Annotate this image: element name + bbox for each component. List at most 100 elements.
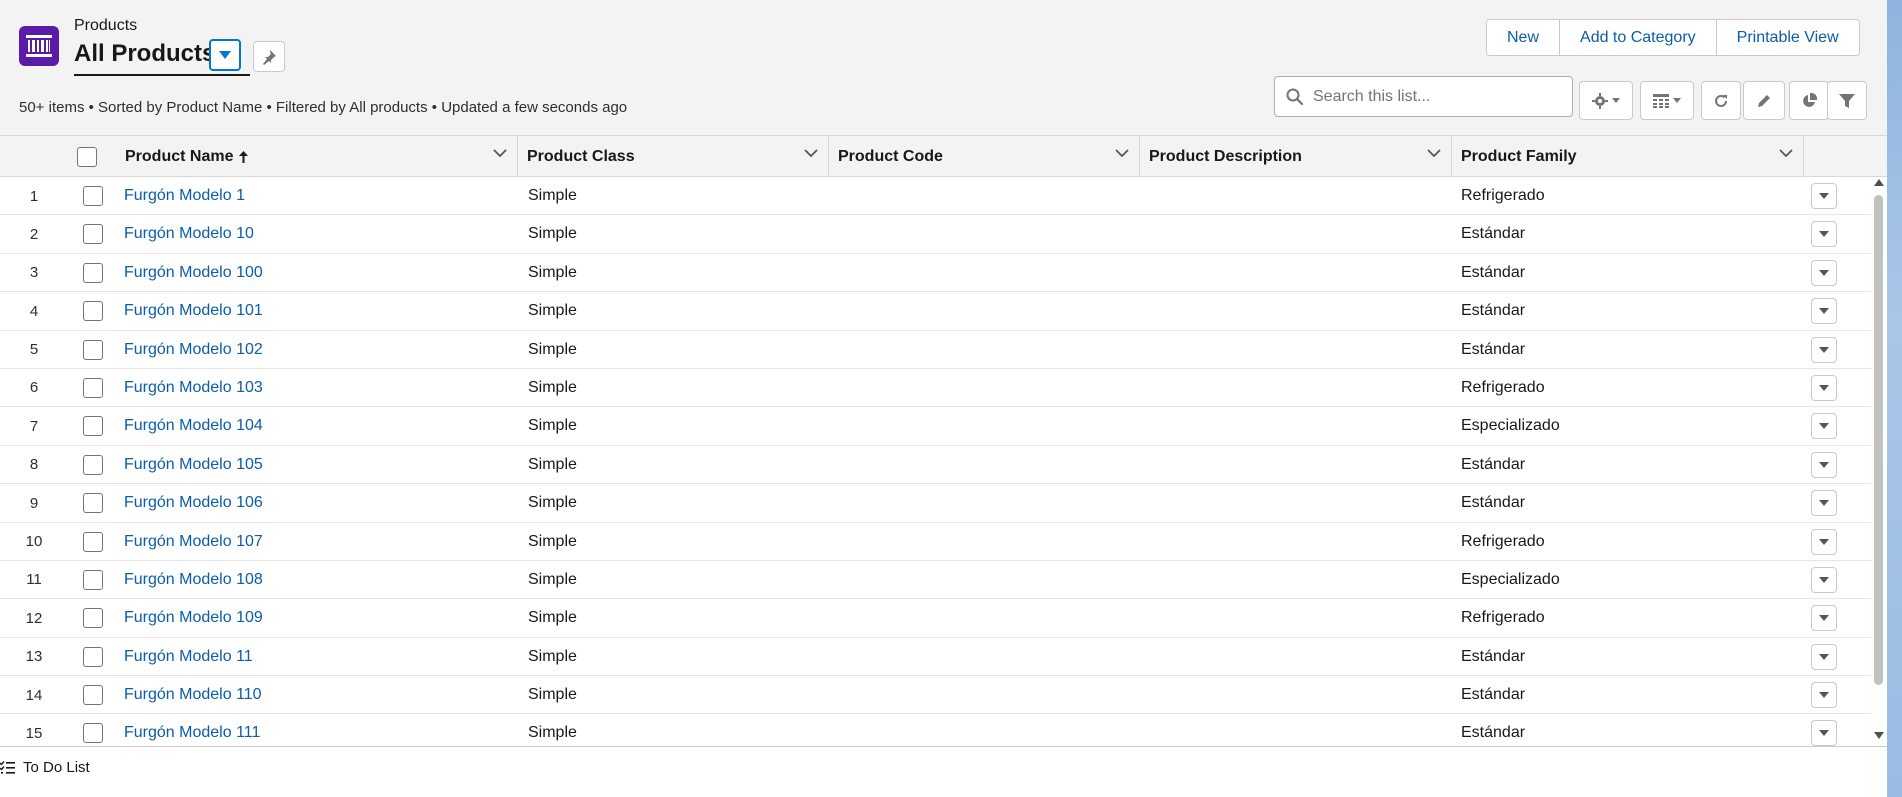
- list-view-title[interactable]: All Products: [74, 40, 215, 68]
- add-to-category-button[interactable]: Add to Category: [1559, 20, 1716, 55]
- table-row[interactable]: 6 Furgón Modelo 103 Simple Refrigerado: [0, 369, 1872, 408]
- chevron-down-icon[interactable]: [1115, 149, 1129, 158]
- row-actions-button[interactable]: [1811, 682, 1837, 709]
- product-name-link[interactable]: Furgón Modelo 102: [124, 331, 263, 369]
- inline-edit-button[interactable]: [1743, 81, 1785, 120]
- product-name-link[interactable]: Furgón Modelo 110: [124, 676, 262, 714]
- table-row[interactable]: 2 Furgón Modelo 10 Simple Estándar: [0, 215, 1872, 254]
- list-view-controls-button[interactable]: [1579, 81, 1633, 120]
- table-row[interactable]: 8 Furgón Modelo 105 Simple Estándar: [0, 446, 1872, 485]
- row-actions-button[interactable]: [1811, 221, 1837, 248]
- row-actions-button[interactable]: [1811, 259, 1837, 286]
- column-header-product-class[interactable]: Product Class: [518, 136, 829, 177]
- product-name-link[interactable]: Furgón Modelo 10: [124, 215, 254, 253]
- pin-list-view-button[interactable]: [253, 41, 285, 72]
- row-checkbox[interactable]: [83, 454, 103, 475]
- product-name-link[interactable]: Furgón Modelo 107: [124, 523, 263, 561]
- row-actions-button[interactable]: [1811, 643, 1837, 670]
- table-row[interactable]: 1 Furgón Modelo 1 Simple Refrigerado: [0, 177, 1872, 216]
- column-header-product-code[interactable]: Product Code: [829, 136, 1140, 177]
- row-actions-button[interactable]: [1811, 413, 1837, 440]
- row-checkbox[interactable]: [83, 493, 103, 514]
- row-checkbox[interactable]: [83, 301, 103, 322]
- column-header-product-family[interactable]: Product Family: [1452, 136, 1804, 177]
- row-number: 5: [29, 341, 39, 359]
- row-actions-button[interactable]: [1811, 528, 1837, 555]
- product-name-link[interactable]: Furgón Modelo 108: [124, 561, 263, 599]
- product-name-link[interactable]: Furgón Modelo 109: [124, 599, 263, 637]
- row-checkbox[interactable]: [83, 377, 103, 398]
- product-name-link[interactable]: Furgón Modelo 105: [124, 446, 263, 484]
- new-button[interactable]: New: [1487, 20, 1560, 55]
- scroll-up-arrow[interactable]: [1874, 179, 1884, 186]
- printable-view-button[interactable]: Printable View: [1715, 20, 1859, 55]
- row-actions-button[interactable]: [1811, 451, 1837, 478]
- row-checkbox[interactable]: [83, 646, 103, 667]
- display-as-button[interactable]: [1640, 81, 1694, 120]
- search-input[interactable]: [1313, 87, 1563, 106]
- filter-button[interactable]: [1827, 81, 1867, 120]
- scrollbar-thumb[interactable]: [1874, 195, 1883, 685]
- select-all-checkbox[interactable]: [77, 146, 97, 167]
- row-checkbox[interactable]: [83, 531, 103, 552]
- product-name-link[interactable]: Furgón Modelo 104: [124, 407, 263, 445]
- row-select-cell: [83, 331, 103, 369]
- table-row[interactable]: 14 Furgón Modelo 110 Simple Estándar: [0, 676, 1872, 715]
- row-checkbox[interactable]: [83, 224, 103, 245]
- chevron-down-icon[interactable]: [1779, 149, 1793, 158]
- chevron-down-icon: [1819, 231, 1829, 238]
- column-header-product-description[interactable]: Product Description: [1140, 136, 1452, 177]
- row-actions-button[interactable]: [1811, 605, 1837, 632]
- row-checkbox[interactable]: [83, 186, 103, 206]
- row-number-header: [0, 136, 68, 177]
- table-row[interactable]: 11 Furgón Modelo 108 Simple Especializado: [0, 561, 1872, 600]
- product-name-link[interactable]: Furgón Modelo 100: [124, 254, 263, 292]
- list-view-picker-button[interactable]: [209, 39, 241, 71]
- row-select-cell: [83, 484, 103, 522]
- table-row[interactable]: 5 Furgón Modelo 102 Simple Estándar: [0, 331, 1872, 369]
- row-checkbox[interactable]: [83, 569, 103, 590]
- scroll-down-arrow[interactable]: [1874, 732, 1884, 739]
- row-checkbox[interactable]: [83, 416, 103, 437]
- row-actions-button[interactable]: [1811, 298, 1837, 325]
- table-row[interactable]: 9 Furgón Modelo 106 Simple Estándar: [0, 484, 1872, 523]
- row-actions-button[interactable]: [1811, 183, 1837, 209]
- column-header-product-name[interactable]: Product Name: [116, 136, 518, 177]
- table-row[interactable]: 10 Furgón Modelo 107 Simple Refrigerado: [0, 523, 1872, 561]
- to-do-list-button[interactable]: To Do List: [0, 759, 90, 776]
- table-row[interactable]: 12 Furgón Modelo 109 Simple Refrigerado: [0, 599, 1872, 638]
- table-row[interactable]: 13 Furgón Modelo 11 Simple Estándar: [0, 638, 1872, 677]
- product-name-link[interactable]: Furgón Modelo 106: [124, 484, 263, 522]
- chevron-down-icon[interactable]: [493, 149, 507, 158]
- table-row[interactable]: 4 Furgón Modelo 101 Simple Estándar: [0, 292, 1872, 331]
- row-actions-button[interactable]: [1811, 720, 1837, 747]
- row-select-cell: [83, 177, 103, 215]
- search-list-box[interactable]: [1274, 76, 1573, 117]
- chevron-down-icon[interactable]: [804, 149, 818, 158]
- product-name-link[interactable]: Furgón Modelo 11: [124, 638, 253, 676]
- refresh-button[interactable]: [1701, 81, 1741, 120]
- row-checkbox[interactable]: [83, 723, 103, 744]
- row-actions-button[interactable]: [1811, 490, 1837, 517]
- product-name-link[interactable]: Furgón Modelo 101: [124, 292, 263, 330]
- table-row[interactable]: 7 Furgón Modelo 104 Simple Especializado: [0, 407, 1872, 446]
- table-row[interactable]: 3 Furgón Modelo 100 Simple Estándar: [0, 254, 1872, 293]
- row-checkbox[interactable]: [83, 685, 103, 706]
- row-number: 6: [29, 379, 39, 397]
- row-number: 12: [25, 609, 43, 627]
- row-select-cell: [83, 292, 103, 330]
- row-checkbox[interactable]: [83, 262, 103, 283]
- product-family-cell: Estándar: [1461, 302, 1526, 320]
- chevron-down-icon[interactable]: [1427, 149, 1441, 158]
- row-checkbox[interactable]: [83, 339, 103, 360]
- chevron-down-icon: [1612, 98, 1620, 103]
- product-name-link[interactable]: Furgón Modelo 103: [124, 369, 263, 407]
- row-checkbox[interactable]: [83, 608, 103, 629]
- vertical-scrollbar[interactable]: [1871, 177, 1887, 746]
- list-view-header: Products All Products 50+ items • Sorted…: [0, 0, 1887, 136]
- product-name-link[interactable]: Furgón Modelo 1: [124, 177, 245, 215]
- show-charts-button[interactable]: [1789, 81, 1829, 120]
- row-actions-button[interactable]: [1811, 566, 1837, 593]
- row-actions-button[interactable]: [1811, 336, 1837, 363]
- row-actions-button[interactable]: [1811, 374, 1837, 401]
